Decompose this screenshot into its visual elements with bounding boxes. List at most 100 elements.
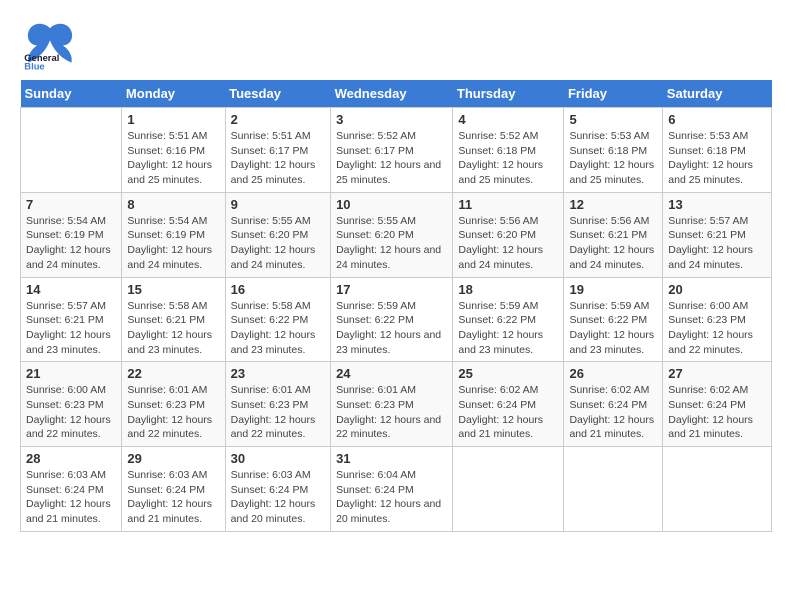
day-number: 20 — [668, 282, 766, 297]
weekday-header-wednesday: Wednesday — [331, 80, 453, 108]
day-info: Sunrise: 5:54 AM Sunset: 6:19 PM Dayligh… — [26, 214, 116, 273]
calendar-cell: 16 Sunrise: 5:58 AM Sunset: 6:22 PM Dayli… — [225, 277, 330, 362]
day-number: 1 — [127, 112, 219, 127]
calendar-cell: 27Sunrise: 6:02 AM Sunset: 6:24 PM Dayli… — [663, 362, 772, 447]
day-number: 30 — [231, 451, 325, 466]
calendar-cell: 6 Sunrise: 5:53 AM Sunset: 6:18 PM Daylig… — [663, 108, 772, 193]
calendar-cell: 18 Sunrise: 5:59 AM Sunset: 6:22 PM Dayli… — [453, 277, 564, 362]
calendar-cell: 15 Sunrise: 5:58 AM Sunset: 6:21 PM Dayli… — [122, 277, 225, 362]
calendar-cell: 2 Sunrise: 5:51 AM Sunset: 6:17 PM Daylig… — [225, 108, 330, 193]
page-header: General Blue — [20, 20, 772, 70]
calendar-table: SundayMondayTuesdayWednesdayThursdayFrid… — [20, 80, 772, 532]
calendar-cell: 11 Sunrise: 5:56 AM Sunset: 6:20 PM Dayli… — [453, 192, 564, 277]
day-number: 15 — [127, 282, 219, 297]
day-info: Sunrise: 5:56 AM Sunset: 6:21 PM Dayligh… — [569, 214, 657, 273]
day-number: 26 — [569, 366, 657, 381]
day-info: Sunrise: 5:51 AM Sunset: 6:17 PM Dayligh… — [231, 129, 325, 188]
day-info: Sunrise: 6:03 AM Sunset: 6:24 PM Dayligh… — [26, 468, 116, 527]
day-number: 14 — [26, 282, 116, 297]
day-number: 6 — [668, 112, 766, 127]
day-number: 8 — [127, 197, 219, 212]
day-info: Sunrise: 6:00 AM Sunset: 6:23 PM Dayligh… — [26, 383, 116, 442]
calendar-cell: 23Sunrise: 6:01 AM Sunset: 6:23 PM Dayli… — [225, 362, 330, 447]
day-info: Sunrise: 6:02 AM Sunset: 6:24 PM Dayligh… — [458, 383, 558, 442]
calendar-cell — [21, 108, 122, 193]
day-number: 18 — [458, 282, 558, 297]
day-info: Sunrise: 5:53 AM Sunset: 6:18 PM Dayligh… — [569, 129, 657, 188]
calendar-cell: 4 Sunrise: 5:52 AM Sunset: 6:18 PM Daylig… — [453, 108, 564, 193]
day-info: Sunrise: 5:52 AM Sunset: 6:18 PM Dayligh… — [458, 129, 558, 188]
calendar-cell: 17 Sunrise: 5:59 AM Sunset: 6:22 PM Dayli… — [331, 277, 453, 362]
calendar-cell: 10 Sunrise: 5:55 AM Sunset: 6:20 PM Dayli… — [331, 192, 453, 277]
day-info: Sunrise: 5:59 AM Sunset: 6:22 PM Dayligh… — [569, 299, 657, 358]
day-info: Sunrise: 6:03 AM Sunset: 6:24 PM Dayligh… — [231, 468, 325, 527]
day-number: 11 — [458, 197, 558, 212]
day-info: Sunrise: 5:52 AM Sunset: 6:17 PM Dayligh… — [336, 129, 447, 188]
calendar-cell: 8 Sunrise: 5:54 AM Sunset: 6:19 PM Daylig… — [122, 192, 225, 277]
day-number: 4 — [458, 112, 558, 127]
day-info: Sunrise: 5:59 AM Sunset: 6:22 PM Dayligh… — [458, 299, 558, 358]
calendar-cell: 5 Sunrise: 5:53 AM Sunset: 6:18 PM Daylig… — [564, 108, 663, 193]
day-info: Sunrise: 5:55 AM Sunset: 6:20 PM Dayligh… — [336, 214, 447, 273]
day-info: Sunrise: 5:59 AM Sunset: 6:22 PM Dayligh… — [336, 299, 447, 358]
calendar-week-row: 28 Sunrise: 6:03 AM Sunset: 6:24 PM Dayli… — [21, 447, 772, 532]
day-number: 9 — [231, 197, 325, 212]
calendar-cell: 14 Sunrise: 5:57 AM Sunset: 6:21 PM Dayli… — [21, 277, 122, 362]
calendar-cell: 13 Sunrise: 5:57 AM Sunset: 6:21 PM Dayli… — [663, 192, 772, 277]
calendar-cell — [564, 447, 663, 532]
day-info: Sunrise: 5:57 AM Sunset: 6:21 PM Dayligh… — [668, 214, 766, 273]
day-number: 3 — [336, 112, 447, 127]
day-info: Sunrise: 6:00 AM Sunset: 6:23 PM Dayligh… — [668, 299, 766, 358]
svg-text:Blue: Blue — [24, 60, 44, 70]
calendar-cell: 3 Sunrise: 5:52 AM Sunset: 6:17 PM Daylig… — [331, 108, 453, 193]
day-number: 23 — [231, 366, 325, 381]
day-number: 13 — [668, 197, 766, 212]
calendar-cell: 9Sunrise: 5:55 AM Sunset: 6:20 PM Daylig… — [225, 192, 330, 277]
calendar-cell — [453, 447, 564, 532]
calendar-cell: 24 Sunrise: 6:01 AM Sunset: 6:23 PM Dayli… — [331, 362, 453, 447]
day-number: 24 — [336, 366, 447, 381]
calendar-week-row: 7 Sunrise: 5:54 AM Sunset: 6:19 PM Daylig… — [21, 192, 772, 277]
calendar-cell: 30 Sunrise: 6:03 AM Sunset: 6:24 PM Dayli… — [225, 447, 330, 532]
day-number: 7 — [26, 197, 116, 212]
day-info: Sunrise: 6:03 AM Sunset: 6:24 PM Dayligh… — [127, 468, 219, 527]
calendar-cell: 21 Sunrise: 6:00 AM Sunset: 6:23 PM Dayli… — [21, 362, 122, 447]
calendar-cell: 20 Sunrise: 6:00 AM Sunset: 6:23 PM Dayli… — [663, 277, 772, 362]
day-info: Sunrise: 5:56 AM Sunset: 6:20 PM Dayligh… — [458, 214, 558, 273]
day-number: 28 — [26, 451, 116, 466]
day-info: Sunrise: 5:51 AM Sunset: 6:16 PM Dayligh… — [127, 129, 219, 188]
day-number: 17 — [336, 282, 447, 297]
day-number: 2 — [231, 112, 325, 127]
weekday-header-monday: Monday — [122, 80, 225, 108]
calendar-cell: 29 Sunrise: 6:03 AM Sunset: 6:24 PM Dayli… — [122, 447, 225, 532]
day-info: Sunrise: 6:01 AM Sunset: 6:23 PM Dayligh… — [336, 383, 447, 442]
weekday-header-thursday: Thursday — [453, 80, 564, 108]
day-info: Sunrise: 5:58 AM Sunset: 6:21 PM Dayligh… — [127, 299, 219, 358]
calendar-cell: 7 Sunrise: 5:54 AM Sunset: 6:19 PM Daylig… — [21, 192, 122, 277]
day-number: 21 — [26, 366, 116, 381]
calendar-week-row: 21 Sunrise: 6:00 AM Sunset: 6:23 PM Dayli… — [21, 362, 772, 447]
calendar-cell: 25Sunrise: 6:02 AM Sunset: 6:24 PM Dayli… — [453, 362, 564, 447]
day-number: 16 — [231, 282, 325, 297]
logo: General Blue — [20, 20, 80, 70]
day-info: Sunrise: 5:58 AM Sunset: 6:22 PM Dayligh… — [231, 299, 325, 358]
day-number: 31 — [336, 451, 447, 466]
calendar-cell — [663, 447, 772, 532]
day-info: Sunrise: 6:04 AM Sunset: 6:24 PM Dayligh… — [336, 468, 447, 527]
calendar-week-row: 14 Sunrise: 5:57 AM Sunset: 6:21 PM Dayli… — [21, 277, 772, 362]
day-info: Sunrise: 5:53 AM Sunset: 6:18 PM Dayligh… — [668, 129, 766, 188]
day-number: 10 — [336, 197, 447, 212]
day-number: 12 — [569, 197, 657, 212]
weekday-header-saturday: Saturday — [663, 80, 772, 108]
day-number: 5 — [569, 112, 657, 127]
calendar-cell: 26 Sunrise: 6:02 AM Sunset: 6:24 PM Dayli… — [564, 362, 663, 447]
day-number: 19 — [569, 282, 657, 297]
day-info: Sunrise: 5:57 AM Sunset: 6:21 PM Dayligh… — [26, 299, 116, 358]
calendar-cell: 19 Sunrise: 5:59 AM Sunset: 6:22 PM Dayli… — [564, 277, 663, 362]
day-info: Sunrise: 6:02 AM Sunset: 6:24 PM Dayligh… — [569, 383, 657, 442]
calendar-cell: 12 Sunrise: 5:56 AM Sunset: 6:21 PM Dayli… — [564, 192, 663, 277]
calendar-cell: 22Sunrise: 6:01 AM Sunset: 6:23 PM Dayli… — [122, 362, 225, 447]
day-info: Sunrise: 5:54 AM Sunset: 6:19 PM Dayligh… — [127, 214, 219, 273]
day-info: Sunrise: 6:01 AM Sunset: 6:23 PM Dayligh… — [127, 383, 219, 442]
day-number: 29 — [127, 451, 219, 466]
